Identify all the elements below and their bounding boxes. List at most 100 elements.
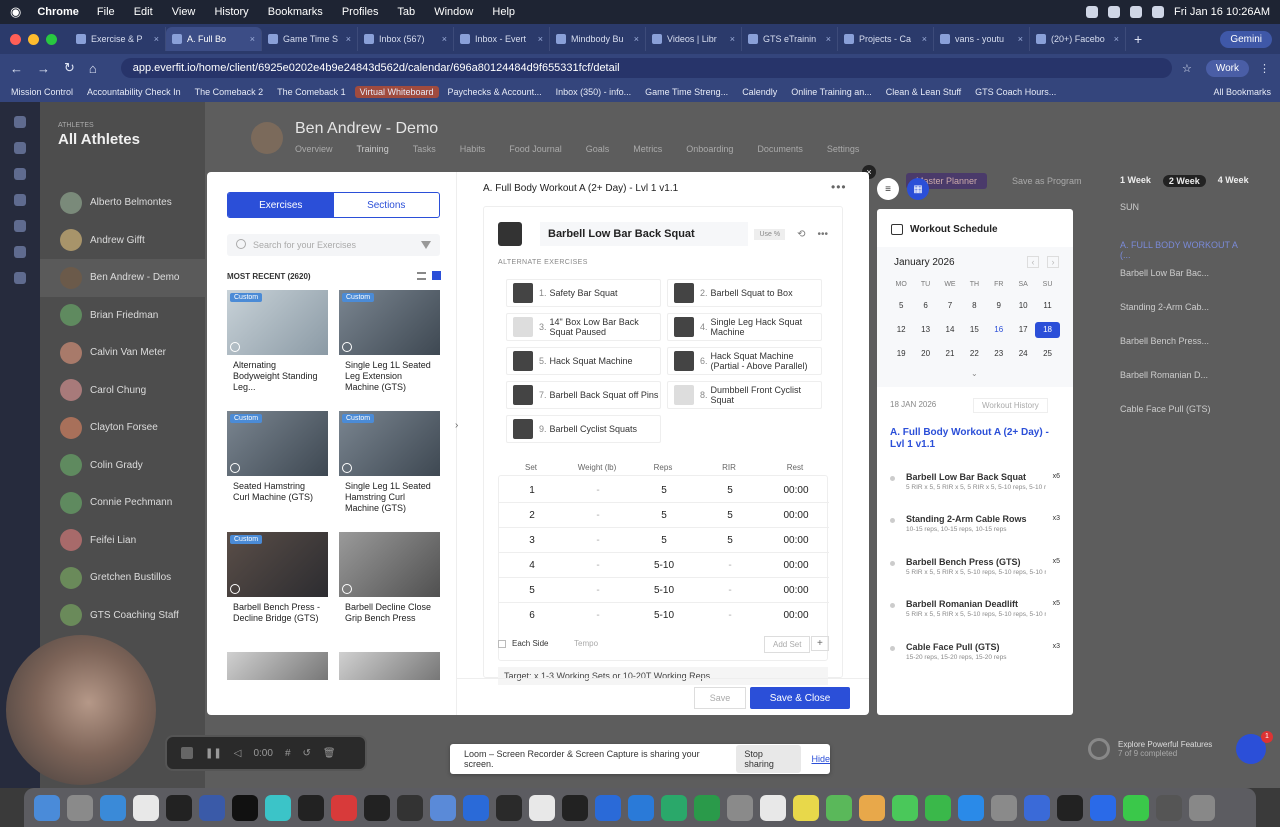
- close-icon[interactable]: ×: [346, 34, 351, 44]
- close-icon[interactable]: ×: [1114, 34, 1119, 44]
- restart-icon[interactable]: ↺: [303, 748, 311, 759]
- schedule-exercise[interactable]: Cable Face Pull (GTS) 15-20 reps, 15-20 r…: [890, 642, 1060, 661]
- close-window-icon[interactable]: [10, 34, 21, 45]
- zoom-window-icon[interactable]: [46, 34, 57, 45]
- hide-button[interactable]: Hide: [811, 754, 830, 764]
- athlete-row[interactable]: Alberto Belmontes: [40, 184, 205, 222]
- minimize-window-icon[interactable]: [28, 34, 39, 45]
- more-options-icon[interactable]: •••: [831, 180, 847, 194]
- close-icon[interactable]: ×: [922, 34, 927, 44]
- tab-tasks[interactable]: Tasks: [413, 144, 436, 154]
- battery-icon[interactable]: [1152, 6, 1164, 18]
- mute-icon[interactable]: ◁: [234, 748, 242, 759]
- close-icon[interactable]: ×: [730, 34, 735, 44]
- exercise-card[interactable]: Custom Seated Hamstring Curl Machine (GT…: [227, 411, 328, 521]
- tab-documents[interactable]: Documents: [757, 144, 803, 154]
- menu-window[interactable]: Window: [434, 6, 473, 18]
- use-percent-button[interactable]: Use %: [754, 228, 786, 240]
- drag-handle-icon[interactable]: [890, 518, 895, 523]
- forward-icon[interactable]: →: [37, 61, 50, 76]
- tempo-input[interactable]: Tempo: [574, 639, 598, 648]
- rest-input[interactable]: 00:00: [763, 485, 829, 496]
- calendar-day[interactable]: 22: [962, 346, 986, 362]
- scheduled-workout-title[interactable]: A. Full Body Workout A (2+ Day) - Lvl 1 …: [890, 427, 1060, 451]
- menu-help[interactable]: Help: [492, 6, 515, 18]
- exercise-card[interactable]: [339, 652, 440, 680]
- calendar-day[interactable]: 8: [962, 298, 986, 314]
- close-icon[interactable]: ×: [826, 34, 831, 44]
- tab-5[interactable]: Mindbody Bu ×: [550, 27, 646, 51]
- play-icon[interactable]: [230, 463, 240, 473]
- slack-icon[interactable]: [529, 794, 555, 821]
- stop-icon[interactable]: [181, 747, 193, 759]
- packages-icon[interactable]: [14, 246, 26, 258]
- reload-icon[interactable]: ↻: [64, 60, 75, 76]
- apple-icon[interactable]: ◉: [10, 4, 21, 20]
- calendar-day[interactable]: 25: [1035, 346, 1059, 362]
- url-field[interactable]: app.everfit.io/home/client/6925e0202e4b9…: [120, 58, 1172, 78]
- tab-metrics[interactable]: Metrics: [633, 144, 662, 154]
- close-icon[interactable]: ×: [250, 34, 255, 44]
- phone-icon[interactable]: [1123, 794, 1149, 821]
- athlete-row[interactable]: Brian Friedman: [40, 297, 205, 335]
- exercise-card[interactable]: [227, 652, 328, 680]
- reps-input[interactable]: 5-10: [631, 560, 697, 571]
- each-side-toggle[interactable]: Each Side: [498, 639, 548, 648]
- sheets-icon[interactable]: [694, 794, 720, 821]
- bookmark-all[interactable]: All Bookmarks: [1208, 86, 1276, 98]
- exercise-card[interactable]: Custom Alternating Bodyweight Standing L…: [227, 290, 328, 400]
- bookmark[interactable]: Game Time Streng...: [640, 86, 733, 98]
- weight-input[interactable]: -: [565, 510, 631, 521]
- gemini-button[interactable]: Gemini: [1220, 30, 1272, 48]
- menu-edit[interactable]: Edit: [134, 6, 153, 18]
- rir-input[interactable]: 5: [697, 535, 763, 546]
- tab-6[interactable]: Videos | Libr ×: [646, 27, 742, 51]
- athlete-row[interactable]: Calvin Van Meter: [40, 334, 205, 372]
- bookmark[interactable]: Online Training an...: [786, 86, 877, 98]
- bookmark[interactable]: Accountability Check In: [82, 86, 186, 98]
- weight-input[interactable]: -: [565, 585, 631, 596]
- add-set-button[interactable]: Add Set: [764, 636, 811, 653]
- menu-tab[interactable]: Tab: [397, 6, 415, 18]
- tab-2[interactable]: Game Time S ×: [262, 27, 358, 51]
- tab-0[interactable]: Exercise & P ×: [70, 27, 166, 51]
- alternate-exercise[interactable]: 6. Hack Squat Machine (Partial - Above Pa…: [667, 347, 822, 375]
- calendar-day[interactable]: 19: [889, 346, 913, 362]
- alternate-exercise[interactable]: 8. Dumbbell Front Cyclist Squat: [667, 381, 822, 409]
- bookmark[interactable]: Inbox (350) - info...: [551, 86, 637, 98]
- app-icon[interactable]: [463, 794, 489, 821]
- save-close-button[interactable]: Save & Close: [750, 687, 850, 709]
- logo-icon[interactable]: [14, 116, 26, 128]
- rir-input[interactable]: 5: [697, 510, 763, 521]
- alternate-exercise[interactable]: 2. Barbell Squat to Box: [667, 279, 822, 307]
- app-icon[interactable]: [331, 794, 357, 821]
- tab-overview[interactable]: Overview: [295, 144, 333, 154]
- grid-view-icon[interactable]: [432, 271, 441, 280]
- gts-app-icon[interactable]: [232, 794, 258, 821]
- history-icon[interactable]: ⟲: [797, 229, 805, 240]
- calendar-day-today[interactable]: 16: [987, 322, 1011, 338]
- calendar-day[interactable]: 10: [1011, 298, 1035, 314]
- exercise-search-input[interactable]: Search for your Exercises: [227, 234, 440, 256]
- menu-file[interactable]: File: [97, 6, 115, 18]
- alternate-exercise[interactable]: 7. Barbell Back Squat off Pins: [506, 381, 661, 409]
- tab-8[interactable]: Projects - Ca ×: [838, 27, 934, 51]
- bookmark[interactable]: Calendly: [737, 86, 782, 98]
- reps-input[interactable]: 5: [631, 510, 697, 521]
- bookmark[interactable]: Mission Control: [6, 86, 78, 98]
- app-icon[interactable]: [1024, 794, 1050, 821]
- bookmark[interactable]: The Comeback 1: [272, 86, 351, 98]
- exercises-tab[interactable]: Exercises: [228, 193, 334, 217]
- rest-input[interactable]: 00:00: [763, 610, 829, 621]
- rest-input[interactable]: 00:00: [763, 535, 829, 546]
- zoom-icon[interactable]: [1090, 794, 1116, 821]
- ghost-exercise[interactable]: Barbell Bench Press...: [1120, 336, 1250, 346]
- capcut-icon[interactable]: [562, 794, 588, 821]
- weight-input[interactable]: -: [565, 485, 631, 496]
- tab-training[interactable]: Training: [357, 144, 389, 154]
- list-view-icon[interactable]: [417, 272, 426, 280]
- athlete-row[interactable]: GTS Coaching Staff: [40, 597, 205, 635]
- athlete-row[interactable]: Andrew Gifft: [40, 222, 205, 260]
- calendar-day[interactable]: 12: [889, 322, 913, 338]
- rest-input[interactable]: 00:00: [763, 510, 829, 521]
